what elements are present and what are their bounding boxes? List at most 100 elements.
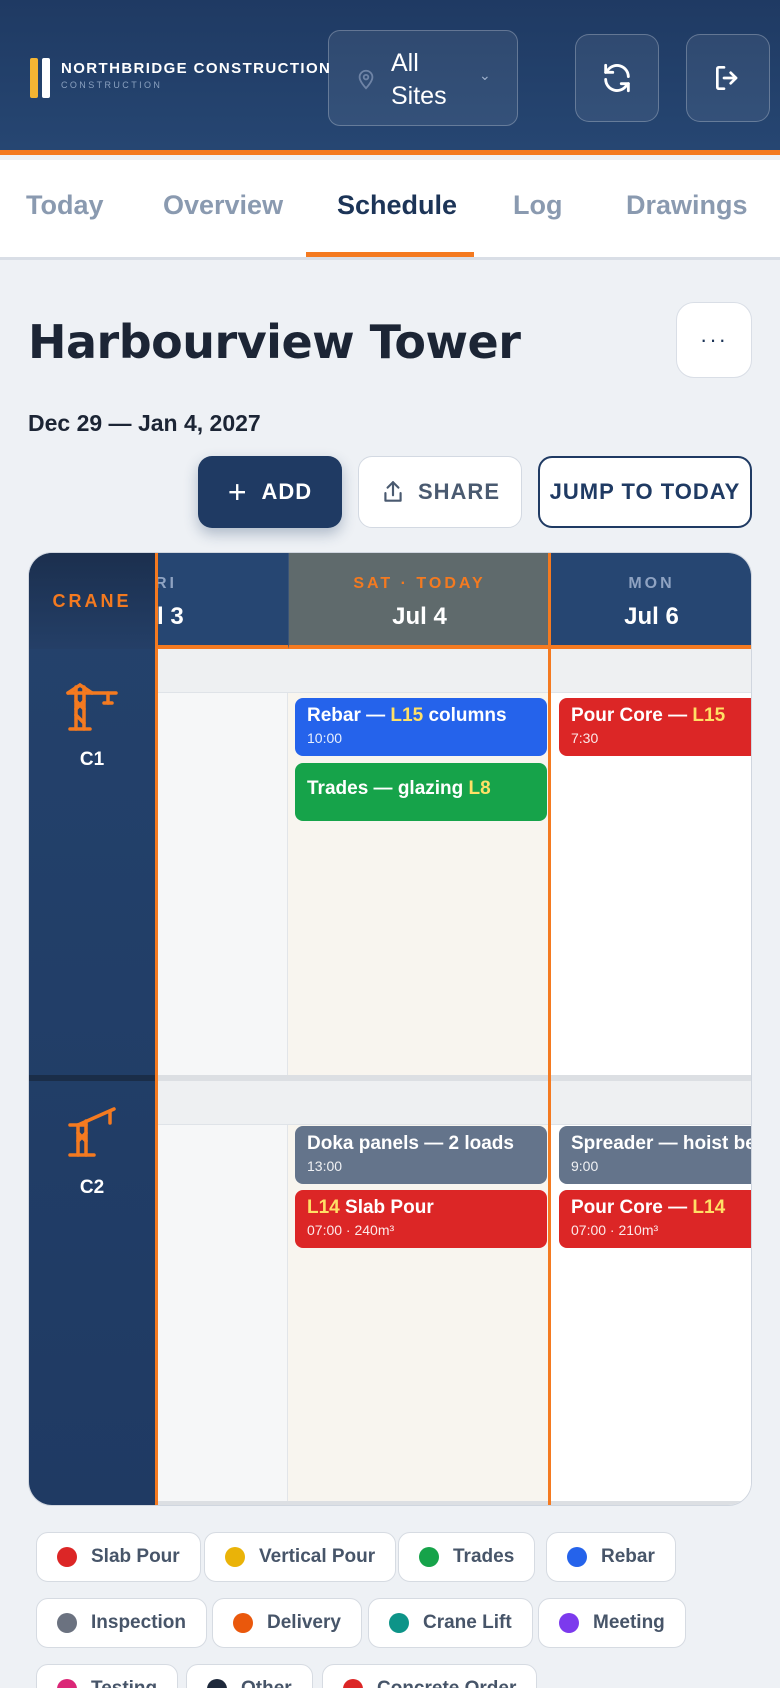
event-level: L15 bbox=[692, 705, 726, 726]
tab-schedule[interactable]: Schedule bbox=[337, 190, 457, 221]
legend-label: Rebar bbox=[601, 1546, 655, 1567]
legend-dot bbox=[57, 1547, 77, 1567]
active-tab-indicator bbox=[306, 252, 474, 257]
event-time: 10:00 bbox=[307, 730, 343, 746]
event-title: Doka panels — 2 loads bbox=[307, 1133, 514, 1154]
legend-label: Delivery bbox=[267, 1612, 341, 1633]
legend-dot bbox=[343, 1679, 363, 1688]
legend-dot bbox=[207, 1679, 227, 1688]
logout-button[interactable] bbox=[686, 34, 770, 122]
legend-dot bbox=[233, 1613, 253, 1633]
legend-dot bbox=[57, 1613, 77, 1633]
event-title: Slab Pour bbox=[339, 1197, 434, 1218]
legend-chip[interactable]: Trades bbox=[398, 1532, 536, 1582]
event-level: L14 bbox=[307, 1197, 340, 1218]
site-select-value: All Sites bbox=[391, 49, 447, 110]
event-time: 07:00 · 210m³ bbox=[571, 1222, 659, 1238]
day-header-today: SAT · TODAY Jul 4 bbox=[288, 553, 550, 649]
more-options-button[interactable]: ··· bbox=[676, 302, 752, 378]
day-header-dow: RI bbox=[155, 575, 177, 592]
location-pin-icon bbox=[358, 69, 374, 90]
event-card[interactable]: Pour Core — L15 7:30 bbox=[559, 698, 751, 756]
event-title: Pour Core — bbox=[571, 705, 693, 726]
legend-dot bbox=[225, 1547, 245, 1567]
event-card[interactable]: Doka panels — 2 loads 13:00 bbox=[295, 1126, 547, 1184]
day-header-mon: MON Jul 6 bbox=[550, 553, 751, 649]
event-card[interactable]: L14 Slab Pour 07:00 · 240m³ bbox=[295, 1190, 547, 1248]
schedule-grid: CRANE C1 C2 RI l 3 SAT · TODAY Jul 4 MON… bbox=[28, 552, 752, 1506]
site-select[interactable]: All Sites ⌄ bbox=[328, 30, 518, 126]
logout-icon bbox=[716, 66, 738, 90]
event-card[interactable]: Rebar — L15 columns 10:00 bbox=[295, 698, 547, 756]
legend-chip[interactable]: Testing bbox=[36, 1664, 179, 1688]
legend-dot bbox=[559, 1613, 579, 1633]
cell-c1-fri[interactable] bbox=[155, 693, 288, 1075]
event-card[interactable]: Pour Core — L14 07:00 · 210m³ bbox=[559, 1190, 751, 1248]
today-boundary-left bbox=[155, 553, 158, 1505]
day-header-dow: MON bbox=[628, 575, 675, 592]
day-header-date: l 3 bbox=[157, 603, 184, 630]
row-band-c1 bbox=[155, 649, 751, 693]
legend-chip[interactable]: Concrete Order bbox=[322, 1664, 538, 1688]
brand-subtitle: CONSTRUCTION bbox=[61, 80, 163, 90]
today-boundary-right bbox=[548, 553, 551, 1505]
row-band-c2 bbox=[155, 1081, 751, 1125]
add-button[interactable]: + ADD bbox=[198, 456, 342, 528]
event-time: 7:30 bbox=[571, 730, 599, 746]
refresh-icon bbox=[604, 63, 630, 93]
legend-label: Concrete Order bbox=[377, 1678, 516, 1688]
legend-chip[interactable]: Meeting bbox=[538, 1598, 686, 1648]
event-level: L8 bbox=[468, 778, 491, 799]
refresh-button[interactable] bbox=[575, 34, 659, 122]
event-level: L15 bbox=[390, 705, 424, 726]
share-icon bbox=[384, 481, 402, 502]
tab-log[interactable]: Log bbox=[513, 190, 562, 221]
luffing-crane-icon bbox=[68, 1107, 116, 1157]
logo-icon bbox=[30, 58, 52, 98]
crane-column: CRANE C1 C2 bbox=[29, 553, 155, 1505]
crane-column-header: CRANE bbox=[29, 553, 155, 649]
legend-chip[interactable]: Delivery bbox=[212, 1598, 362, 1648]
row-separator bbox=[155, 1501, 751, 1505]
jump-to-today-button[interactable]: JUMP TO TODAY bbox=[538, 456, 752, 528]
day-columns: RI l 3 SAT · TODAY Jul 4 MON Jul 6 Rebar… bbox=[155, 553, 751, 1505]
legend-chip[interactable]: Vertical Pour bbox=[204, 1532, 397, 1582]
share-button-label: SHARE bbox=[417, 479, 500, 504]
day-header-date: Jul 4 bbox=[392, 603, 447, 630]
event-card[interactable]: Spreader — hoist bear 9:00 bbox=[559, 1126, 751, 1184]
event-title: Rebar — bbox=[307, 705, 391, 726]
tab-drawings[interactable]: Drawings bbox=[626, 190, 748, 221]
legend-chip[interactable]: Rebar bbox=[546, 1532, 676, 1582]
event-title: Spreader — hoist bear bbox=[571, 1133, 751, 1154]
tab-overview[interactable]: Overview bbox=[163, 190, 283, 221]
legend-label: Testing bbox=[91, 1678, 157, 1688]
tower-crane-icon bbox=[66, 682, 118, 731]
legend-dot bbox=[57, 1679, 77, 1688]
legend-chip[interactable]: Crane Lift bbox=[368, 1598, 533, 1648]
brand: NORTHBRIDGE CONSTRUCTION CONSTRUCTION bbox=[61, 60, 331, 90]
event-card[interactable]: Trades — glazing L8 bbox=[295, 763, 547, 821]
event-title: Trades — glazing bbox=[307, 778, 469, 799]
add-button-label: ADD bbox=[261, 479, 313, 504]
legend-dot bbox=[389, 1613, 409, 1633]
tab-today[interactable]: Today bbox=[26, 190, 104, 221]
legend-label: Trades bbox=[453, 1546, 515, 1567]
legend-label: Meeting bbox=[593, 1612, 665, 1633]
plus-icon: + bbox=[227, 473, 248, 510]
day-header-dow: SAT · TODAY bbox=[353, 575, 486, 592]
tab-bar: Today Overview Schedule Log Drawings bbox=[0, 160, 780, 260]
event-title: columns bbox=[423, 705, 507, 726]
crane-label-c1: C1 bbox=[79, 749, 105, 770]
legend-chip[interactable]: Inspection bbox=[36, 1598, 208, 1648]
event-title: Pour Core — bbox=[571, 1197, 693, 1218]
share-button[interactable]: SHARE bbox=[358, 456, 522, 528]
event-time: 9:00 bbox=[571, 1158, 599, 1174]
legend-chip[interactable]: Other bbox=[186, 1664, 313, 1688]
legend-label: Inspection bbox=[91, 1612, 187, 1633]
legend-label: Crane Lift bbox=[423, 1612, 512, 1633]
app-header: NORTHBRIDGE CONSTRUCTION CONSTRUCTION Al… bbox=[0, 0, 780, 155]
legend-label: Other bbox=[241, 1678, 292, 1688]
legend-label: Vertical Pour bbox=[259, 1546, 376, 1567]
cell-c2-fri[interactable] bbox=[155, 1125, 288, 1501]
legend-chip[interactable]: Slab Pour bbox=[36, 1532, 201, 1582]
